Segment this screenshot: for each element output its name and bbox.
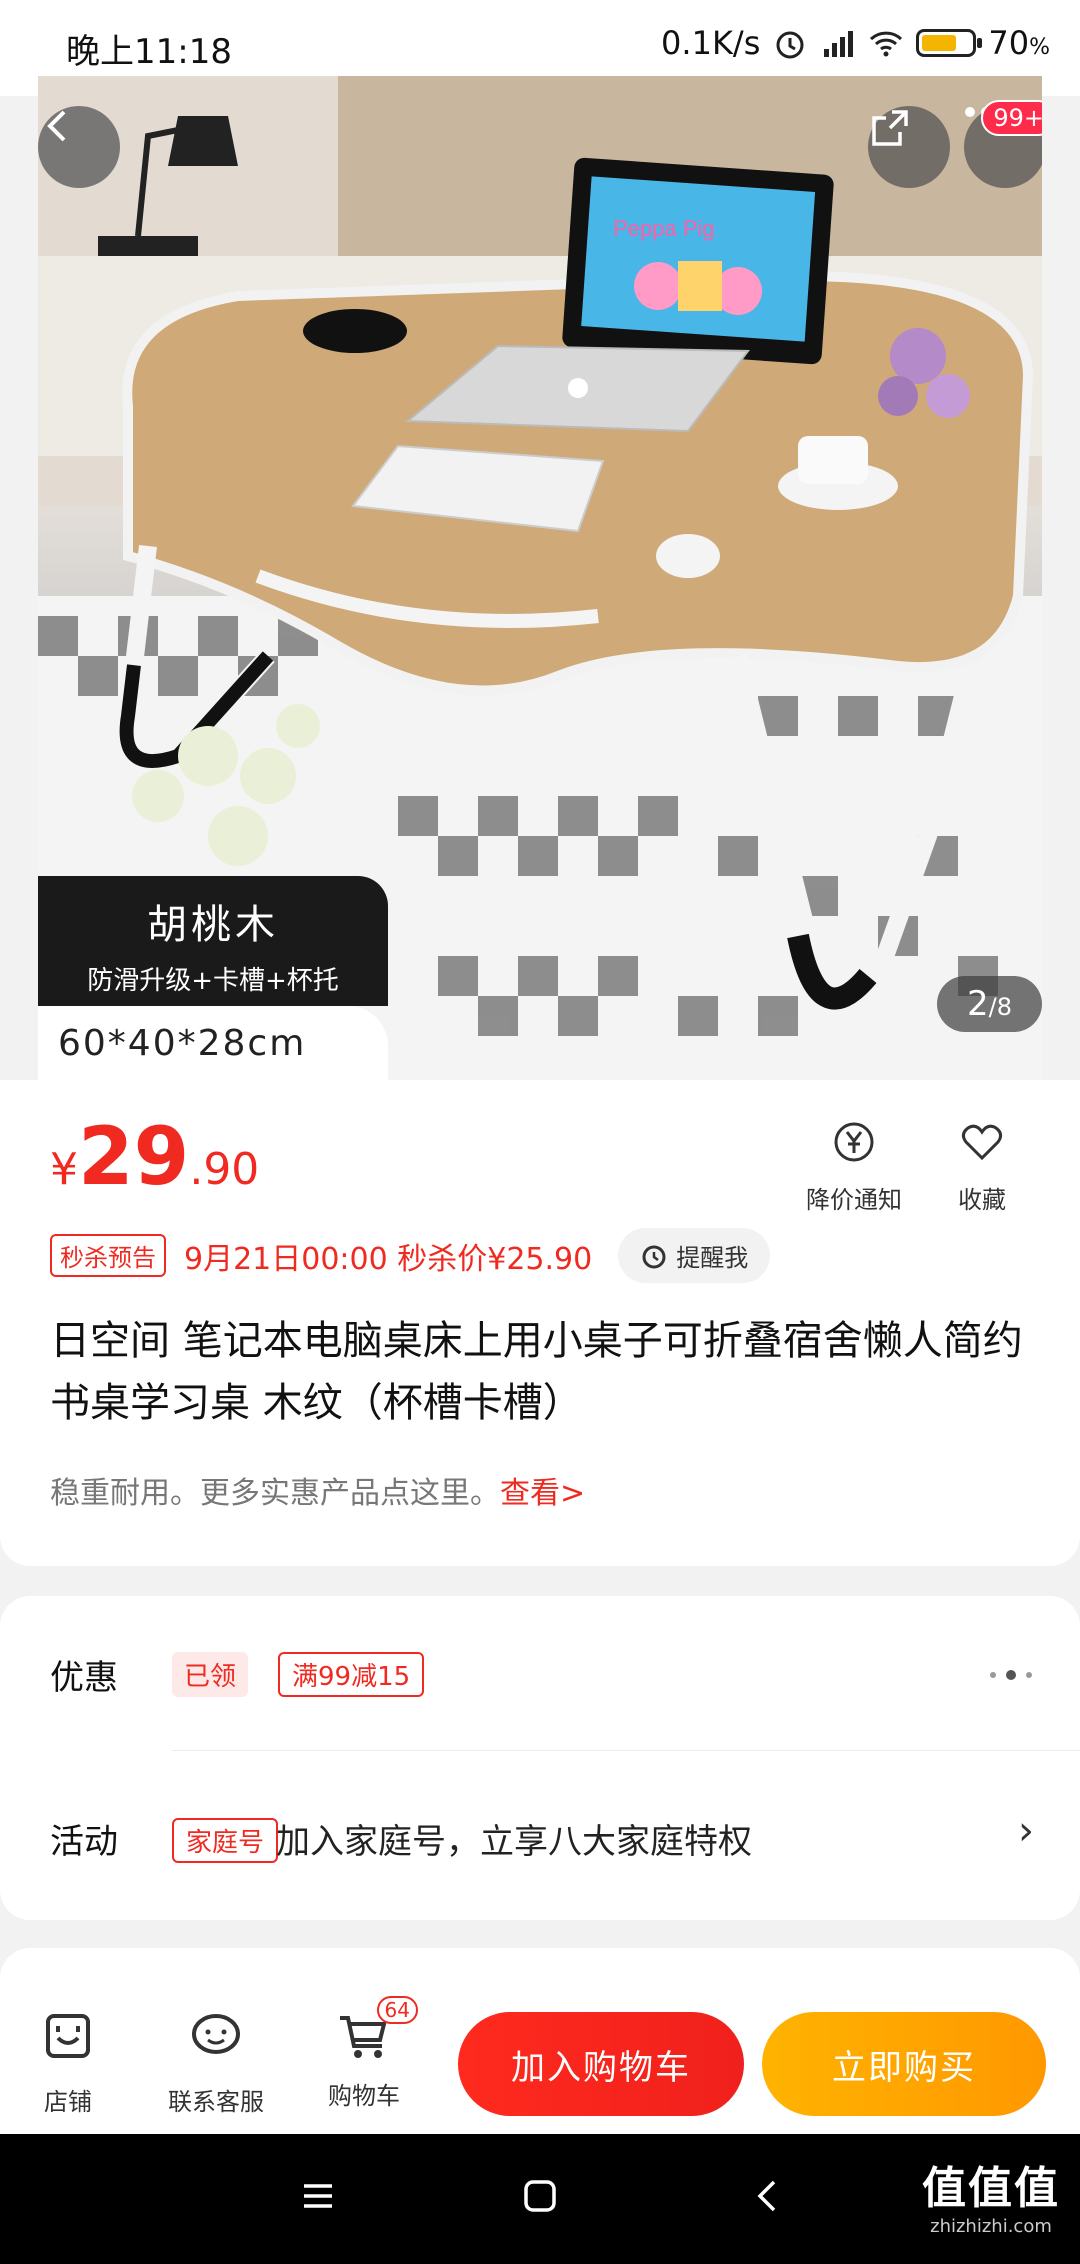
cart-label: 购物车 — [328, 2082, 400, 2110]
cart-button[interactable]: 64 购物车 — [328, 1996, 418, 2111]
heart-icon — [961, 1124, 1003, 1161]
remind-label: 提醒我 — [676, 1244, 749, 1272]
battery-icon — [916, 29, 983, 57]
alarm-clock-icon — [642, 1245, 666, 1268]
cart-count-badge: 64 — [376, 1996, 418, 2024]
product-image[interactable]: Peppa Pig 99+ 胡桃木 防滑升级+卡槽+杯托 60*40*28cm … — [38, 76, 1042, 1080]
pager-total: /8 — [988, 993, 1012, 1021]
view-more-link[interactable]: 查看> — [500, 1476, 585, 1511]
watermark-main: 值值值 — [922, 2163, 1060, 2214]
signal-icon — [824, 31, 854, 57]
chevron-right-icon: › — [1018, 1808, 1034, 1854]
currency-symbol: ¥ — [50, 1144, 78, 1195]
shop-icon — [46, 2014, 90, 2058]
more-dots-icon — [990, 1670, 1032, 1680]
buy-now-button[interactable]: 立即购买 — [762, 2012, 1046, 2116]
image-pager: 2/8 — [937, 976, 1042, 1032]
shop-button[interactable]: 店铺 — [40, 2008, 96, 2117]
price: ¥ 29 .90 — [50, 1110, 259, 1203]
coupon-tag: 满99减15 — [278, 1652, 425, 1697]
yen-alert-icon — [834, 1122, 874, 1162]
menu-icon[interactable] — [300, 2178, 336, 2214]
network-speed: 0.1K/s — [661, 24, 761, 62]
divider — [172, 1750, 1080, 1751]
dimensions-label: 60*40*28cm — [38, 1006, 388, 1080]
message-badge: 99+ — [981, 100, 1042, 136]
system-nav-bar — [0, 2134, 1080, 2264]
product-info-card: ¥ 29 .90 降价通知 收藏 秒杀预告 9月21日00:00 秒杀价¥25.… — [0, 1080, 1080, 1566]
pager-current: 2 — [967, 984, 989, 1024]
product-subtitle: 稳重耐用。更多实惠产品点这里。查看> — [50, 1468, 585, 1512]
share-icon — [872, 110, 908, 146]
wood-type: 胡桃木 — [147, 902, 279, 948]
price-alert-button[interactable]: 降价通知 — [806, 1120, 902, 1215]
nav-back-icon[interactable] — [750, 2178, 786, 2214]
claimed-tag: 已领 — [172, 1652, 249, 1697]
share-button[interactable] — [868, 106, 950, 188]
subtitle-text: 稳重耐用。更多实惠产品点这里。 — [50, 1476, 500, 1511]
feature-line: 防滑升级+卡槽+杯托 — [87, 966, 339, 996]
discount-label: 优惠 — [50, 1658, 118, 1698]
promotion-card: 优惠 已领 满99减15 活动 家庭号 加入家庭号，立享八大家庭特权 › — [0, 1596, 1080, 1920]
back-button[interactable] — [38, 106, 120, 188]
price-alert-label: 降价通知 — [806, 1186, 902, 1214]
flash-sale-text: 9月21日00:00 秒杀价¥25.90 — [184, 1241, 593, 1277]
wifi-icon — [870, 31, 903, 57]
wood-label: 胡桃木 防滑升级+卡槽+杯托 — [38, 876, 388, 1006]
bottom-action-bar: 店铺 联系客服 64 购物车 加入购物车 立即购买 — [0, 1948, 1080, 2148]
activity-label: 活动 — [50, 1822, 118, 1862]
customer-service-button[interactable]: 联系客服 — [168, 2008, 264, 2117]
back-icon — [47, 110, 66, 142]
battery-level — [922, 35, 956, 51]
chat-icon — [192, 2014, 240, 2054]
favorite-label: 收藏 — [958, 1186, 1006, 1214]
add-to-cart-button[interactable]: 加入购物车 — [458, 2012, 744, 2116]
activity-text: 加入家庭号，立享八大家庭特权 — [276, 1822, 752, 1862]
flash-sale-row: 秒杀预告 9月21日00:00 秒杀价¥25.90 提醒我 — [50, 1228, 771, 1283]
home-icon[interactable] — [522, 2178, 558, 2214]
status-right: 0.1K/s 70% — [661, 24, 1050, 62]
family-tag: 家庭号 — [172, 1818, 279, 1863]
tablet-text: Peppa Pig — [613, 216, 715, 241]
customer-service-label: 联系客服 — [168, 2088, 264, 2116]
favorite-button[interactable]: 收藏 — [958, 1120, 1006, 1215]
battery-percent: 70% — [988, 24, 1050, 62]
flash-sale-tag: 秒杀预告 — [50, 1234, 166, 1277]
alarm-icon — [776, 31, 804, 59]
more-button[interactable]: 99+ — [964, 100, 1042, 188]
remind-button[interactable]: 提醒我 — [618, 1228, 771, 1283]
price-integer: 29 — [78, 1110, 190, 1203]
price-decimal: .90 — [189, 1144, 260, 1195]
status-time: 晚上11:18 — [66, 32, 232, 72]
product-title: 日空间 笔记本电脑桌床上用小桌子可折叠宿舍懒人简约书桌学习桌 木纹（杯槽卡槽） — [50, 1318, 1023, 1426]
watermark-sub: zhizhizhi.com — [930, 2216, 1052, 2237]
shop-label: 店铺 — [44, 2088, 92, 2116]
cart-icon-wrap: 64 — [336, 1996, 418, 2064]
watermark: 值值值 zhizhizhi.com — [922, 2152, 1060, 2237]
